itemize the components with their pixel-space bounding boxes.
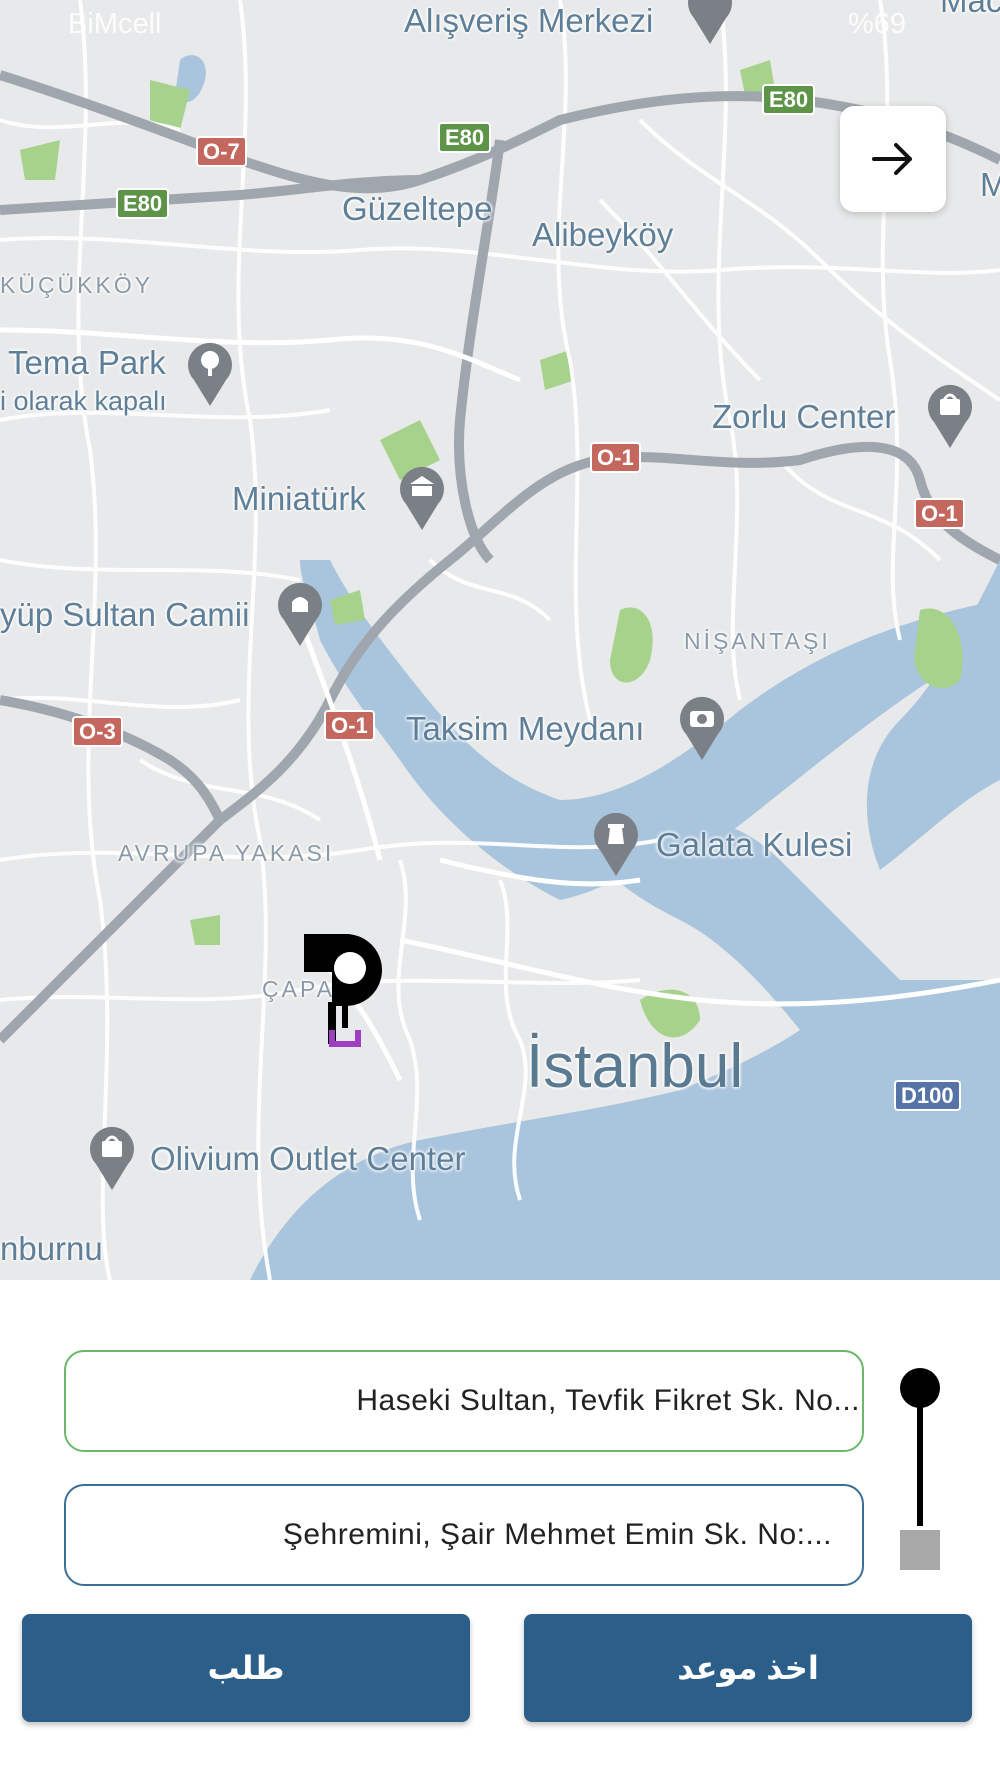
shopping-bag-icon[interactable] (86, 1124, 138, 1192)
road-shield-e80: E80 (116, 188, 170, 220)
tower-icon[interactable] (590, 810, 642, 878)
road-shield-o1: O-1 (914, 498, 965, 530)
shopping-bag-icon[interactable] (924, 382, 976, 450)
location-marker-icon[interactable] (302, 932, 384, 1060)
map-label-istanbul: İstanbul (526, 1032, 744, 1101)
camera-icon[interactable] (676, 694, 728, 762)
status-battery: %69 (848, 8, 907, 40)
origin-input[interactable]: Haseki Sultan, Tevfik Fikret Sk. No... (64, 1350, 864, 1452)
road-shield-e80: E80 (762, 84, 816, 116)
destination-text: Şehremini, Şair Mehmet Emin Sk. No:... (282, 1518, 832, 1551)
map-label-olivium: Olivium Outlet Center (150, 1140, 466, 1177)
book-appointment-button[interactable]: اخذ موعد (524, 1614, 972, 1722)
map-label-alisveris: Alışveriş Merkezi (404, 2, 654, 39)
destination-input[interactable]: Şehremini, Şair Mehmet Emin Sk. No:... (64, 1484, 864, 1586)
map-label-avrupa: AVRUPA YAKASI (118, 840, 335, 866)
route-indicator (900, 1368, 940, 1570)
map-label-guzeltepe: Güzeltepe (342, 190, 493, 227)
road-shield-o1: O-1 (590, 442, 641, 474)
map-label-tema-park: Tema Park (8, 344, 166, 381)
map-label-zorlu: Zorlu Center (712, 398, 896, 435)
map-label-miniaturk: Miniatürk (232, 480, 366, 517)
map-label-nisantasi: NİŞANTAŞI (684, 628, 831, 654)
order-button[interactable]: طلب (22, 1614, 470, 1722)
mosque-icon[interactable] (274, 580, 326, 648)
map-label-burnu: nburnu (0, 1230, 103, 1267)
road-shield-o3: O-3 (72, 716, 123, 748)
road-shield-d100: D100 (894, 1080, 961, 1112)
forward-button[interactable] (840, 106, 946, 212)
map-label-m: M (980, 166, 1000, 203)
map-label-alibeykoy: Alibeyköy (532, 216, 674, 253)
map-label-top-right: Mac (940, 0, 1000, 19)
status-carrier: BiMcell (68, 8, 162, 40)
road-shield-o7: O-7 (196, 136, 247, 168)
tree-icon[interactable] (184, 340, 236, 408)
map-label-taksim: Taksim Meydanı (406, 710, 645, 747)
map-label-kucukkoy: KÜÇÜKKÖY (0, 272, 154, 298)
shopping-bag-icon[interactable] (684, 0, 736, 46)
map-label-galata: Galata Kulesi (656, 826, 853, 863)
origin-text: Haseki Sultan, Tevfik Fikret Sk. No... (356, 1384, 860, 1417)
map-label-eyup: yüp Sultan Camii (0, 596, 250, 633)
museum-icon[interactable] (396, 464, 448, 532)
map-view[interactable]: BiMcell %69 Alışveriş Merkezi Mac Güzelt… (0, 0, 1000, 1280)
road-shield-o1: O-1 (324, 710, 375, 742)
map-label-tema-sub: i olarak kapalı (0, 386, 167, 416)
arrow-right-icon (872, 143, 912, 175)
road-shield-e80: E80 (438, 122, 492, 154)
